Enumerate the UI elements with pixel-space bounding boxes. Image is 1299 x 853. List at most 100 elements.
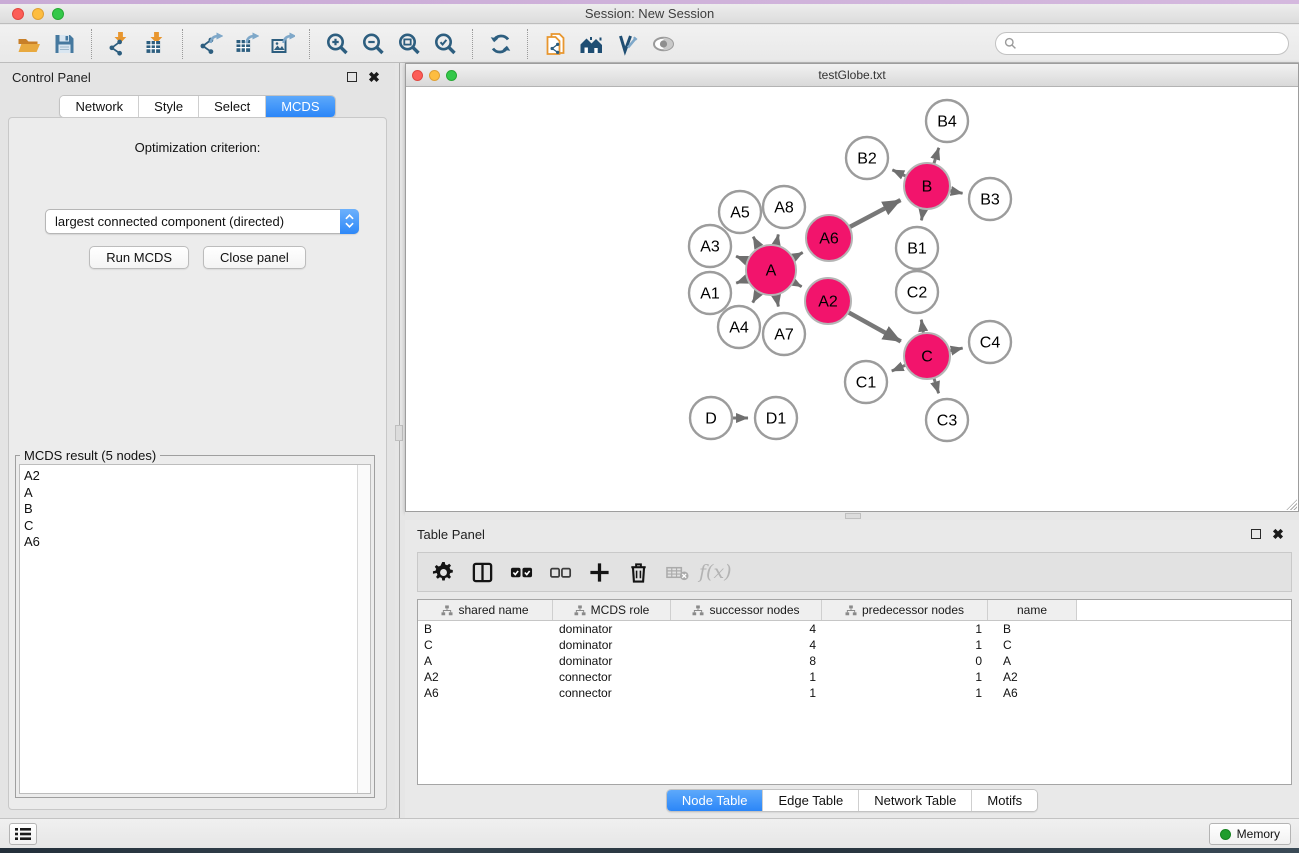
column-header-successor-nodes[interactable]: successor nodes [671,600,822,620]
cell-predecessor-nodes[interactable]: 0 [822,653,988,669]
cell-name[interactable]: A2 [988,669,1077,685]
export-image-button[interactable] [266,28,298,60]
cell-predecessor-nodes[interactable]: 1 [822,621,988,637]
import-network-button[interactable] [103,28,135,60]
column-layout-button[interactable] [465,556,499,588]
cell-MCDS-role[interactable]: connector [553,669,671,685]
cell-name[interactable]: C [988,637,1077,653]
cell-successor-nodes[interactable]: 1 [671,685,822,701]
add-column-button[interactable] [582,556,616,588]
mcds-result-list[interactable]: A2ABCA6 [19,464,371,794]
window-resize-grip[interactable] [1284,497,1297,510]
show-graphics-details-button[interactable] [647,28,679,60]
cell-MCDS-role[interactable]: dominator [553,653,671,669]
mcds-result-item[interactable]: C [24,518,370,535]
cell-successor-nodes[interactable]: 4 [671,621,822,637]
cell-name[interactable]: B [988,621,1077,637]
divider-grip[interactable] [395,425,403,441]
refresh-button[interactable] [484,28,516,60]
cell-shared-name[interactable]: A [418,653,553,669]
zoom-fit-button[interactable] [393,28,425,60]
table-row-A6[interactable]: A6connector11A6 [418,685,1291,701]
cell-MCDS-role[interactable]: connector [553,685,671,701]
network-window-titlebar[interactable]: testGlobe.txt [406,64,1298,87]
cell-shared-name[interactable]: B [418,621,553,637]
graph-node-label-C: C [921,349,933,366]
task-history-button[interactable] [9,823,37,845]
column-header-name[interactable]: name [988,600,1077,620]
open-session-button[interactable] [12,28,44,60]
graph-edge-A6-B[interactable] [848,200,901,228]
cell-successor-nodes[interactable]: 1 [671,669,822,685]
annotation-button[interactable] [611,28,643,60]
horizontal-split-divider[interactable] [405,512,1299,520]
cell-MCDS-role[interactable]: dominator [553,637,671,653]
column-header-predecessor-nodes[interactable]: predecessor nodes [822,600,988,620]
open-session-icon [16,32,41,56]
cell-MCDS-role[interactable]: dominator [553,621,671,637]
zoom-in-button[interactable] [321,28,353,60]
settings-gear-button[interactable] [426,556,460,588]
tab-node-table[interactable]: Node Table [667,790,764,811]
network-canvas[interactable]: B4B2BB3A8A5A6A3B1AA1C2A2A4A7C4CC1C3DD1 [406,87,1298,511]
run-mcds-button[interactable]: Run MCDS [89,246,189,269]
search-input[interactable] [995,32,1289,55]
network-from-selection-button[interactable] [539,28,571,60]
tab-network[interactable]: Network [60,96,139,117]
toolbar-separator [309,29,310,59]
zoom-selected-button[interactable] [429,28,461,60]
mcds-result-item[interactable]: A6 [24,534,370,551]
zoom-out-button[interactable] [357,28,389,60]
table-row-B[interactable]: Bdominator41B [418,621,1291,637]
criterion-select[interactable]: largest connected component (directed) [45,209,359,234]
memory-button[interactable]: Memory [1209,823,1291,845]
cell-name[interactable]: A6 [988,685,1077,701]
graph-node-label-D1: D1 [766,411,787,428]
vertical-split-divider[interactable] [395,63,405,818]
float-panel-icon[interactable] [1247,525,1265,543]
graph-edge-A2-C[interactable] [846,311,900,341]
cell-shared-name[interactable]: C [418,637,553,653]
cell-predecessor-nodes[interactable]: 1 [822,685,988,701]
cell-predecessor-nodes[interactable]: 1 [822,669,988,685]
tab-style[interactable]: Style [139,96,199,117]
graph-node-label-D: D [705,411,717,428]
close-panel-icon[interactable]: ✖ [1269,525,1287,543]
close-panel-icon[interactable]: ✖ [365,68,383,86]
network-view-window: testGlobe.txt B4B2BB3A8A5A6A3B1AA1C2A2A4… [405,63,1299,512]
select-all-button[interactable] [504,556,538,588]
column-header-shared-name[interactable]: shared name [418,600,553,620]
cell-successor-nodes[interactable]: 8 [671,653,822,669]
tab-edge-table[interactable]: Edge Table [763,790,859,811]
tab-mcds[interactable]: MCDS [266,96,334,117]
home-button[interactable] [575,28,607,60]
close-panel-button[interactable]: Close panel [203,246,306,269]
save-session-button[interactable] [48,28,80,60]
export-network-icon [198,32,223,56]
cell-shared-name[interactable]: A2 [418,669,553,685]
tab-network-table[interactable]: Network Table [859,790,972,811]
tab-motifs[interactable]: Motifs [972,790,1037,811]
table-row-A[interactable]: Adominator80A [418,653,1291,669]
deselect-all-button[interactable] [543,556,577,588]
table-row-A2[interactable]: A2connector11A2 [418,669,1291,685]
import-table-button[interactable] [139,28,171,60]
export-table-button[interactable] [230,28,262,60]
mcds-result-item[interactable]: A [24,485,370,502]
criterion-select-value: largest connected component (directed) [46,214,340,229]
cell-shared-name[interactable]: A6 [418,685,553,701]
result-list-scrollbar[interactable] [357,465,370,793]
table-row-C[interactable]: Cdominator41C [418,637,1291,653]
mcds-result-item[interactable]: A2 [24,468,370,485]
divider-grip[interactable] [845,513,861,519]
tab-select[interactable]: Select [199,96,266,117]
column-header-MCDS-role[interactable]: MCDS role [553,600,671,620]
mcds-result-item[interactable]: B [24,501,370,518]
table-toolbar: f(x) [417,552,1292,592]
cell-name[interactable]: A [988,653,1077,669]
export-network-button[interactable] [194,28,226,60]
float-panel-icon[interactable] [343,68,361,86]
cell-predecessor-nodes[interactable]: 1 [822,637,988,653]
cell-successor-nodes[interactable]: 4 [671,637,822,653]
delete-column-button[interactable] [621,556,655,588]
